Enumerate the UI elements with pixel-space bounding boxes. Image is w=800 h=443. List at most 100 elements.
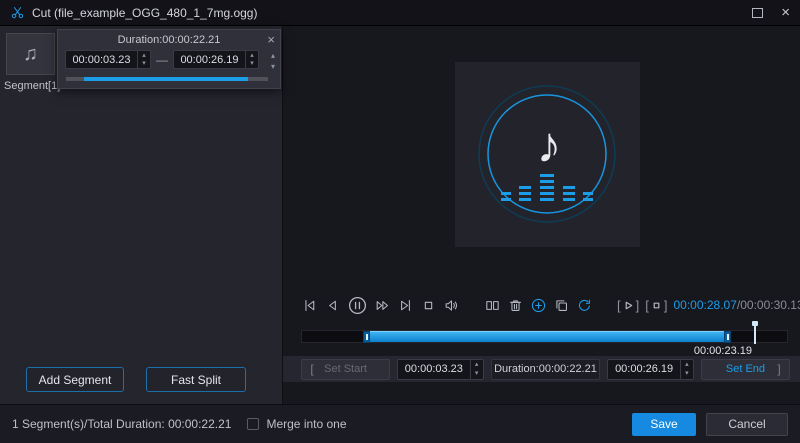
spin-up-icon: ▴ [250,52,254,59]
split-icon [484,297,501,314]
step-back-icon [324,297,341,314]
trim-end-value: 00:00:26.19 [608,363,680,375]
segment-time-row: 00:00:03.23 ▴ ▾ — 00:00:26.19 ▴ ▾ [65,50,280,69]
timeline-track[interactable] [301,330,788,343]
playback-controls: [ ] [ ] 00:00:28.07/00:00:30.13 [301,292,788,318]
chevron-down-icon: ▾ [271,62,275,71]
cut-dialog: Cut (file_example_OGG_480_1_7mg.ogg) × ♫… [0,0,800,443]
set-start-button[interactable]: [ Set Start [301,359,390,380]
trim-end-input[interactable]: 00:00:26.19 ▴ ▾ [607,359,694,380]
bracket-open-glyph: [ [645,298,649,313]
increment-button[interactable]: ▴ [471,360,483,370]
preview-play-button[interactable]: [ ] [617,298,639,313]
stepper: ▴ ▾ [470,360,483,379]
chevron-up-icon: ▴ [271,51,275,60]
reset-button[interactable] [576,297,593,314]
reset-icon [576,297,593,314]
album-art-graphic: ♪ [455,62,640,247]
cancel-button[interactable]: Cancel [706,413,788,436]
segments-panel: ♫ Segment[1] Duration:00:00:22.21 × ▴ ▾ … [0,26,283,404]
next-frame-button[interactable] [397,297,414,314]
duplicate-segment-button[interactable] [553,297,570,314]
segment-editor-popup: Duration:00:00:22.21 × ▴ ▾ 00:00:03.23 ▴… [57,29,281,89]
delete-segment-button[interactable] [507,297,524,314]
stepper: ▴ ▾ [680,360,693,379]
skip-to-start-button[interactable] [301,297,318,314]
time-display: 00:00:28.07/00:00:30.13 [674,298,800,312]
spin-down-icon: ▾ [250,60,254,67]
preview-play-icon [623,300,634,311]
close-button[interactable]: × [781,5,790,20]
spin-up-icon: ▴ [685,361,689,368]
pause-icon [347,295,368,316]
music-note-icon: ♫ [23,43,38,66]
timeline: 00:00:23.19 [301,326,788,358]
segment-start-value: 00:00:03.23 [66,54,137,66]
editor-collapse-controls: ▴ ▾ [270,51,276,72]
increment-button[interactable]: ▴ [138,51,150,60]
increment-button[interactable]: ▴ [681,360,693,370]
total-time: 00:00:30.13 [740,298,800,312]
duration-display: Duration:00:00:22.21 [491,359,601,380]
set-end-button[interactable]: Set End ] [701,359,790,380]
segment-start-input[interactable]: 00:00:03.23 ▴ ▾ [65,50,151,69]
segment-end-input[interactable]: 00:00:26.19 ▴ ▾ [173,50,259,69]
album-art: ♪ [455,62,640,247]
maximize-button[interactable] [752,8,763,18]
decrement-button[interactable]: ▾ [138,60,150,69]
volume-icon [443,297,460,314]
collapse-down-button[interactable]: ▾ [270,62,276,72]
bracket-open-glyph: [ [617,298,621,313]
duration-value: Duration:00:00:22.21 [494,363,597,375]
spin-down-icon: ▾ [142,60,146,67]
split-segment-button[interactable] [484,297,501,314]
total-duration-summary: 1 Segment(s)/Total Duration: 00:00:22.21 [12,417,231,431]
spin-down-icon: ▾ [475,370,479,377]
volume-button[interactable] [443,297,460,314]
next-frame-icon [397,297,414,314]
segment-range-slider[interactable] [66,77,268,81]
spin-up-icon: ▴ [475,361,479,368]
stop-button[interactable] [420,297,437,314]
trim-start-input[interactable]: 00:00:03.23 ▴ ▾ [397,359,484,380]
merge-checkbox[interactable] [247,418,259,430]
window-title: Cut (file_example_OGG_480_1_7mg.ogg) [32,6,257,20]
bracket-close-glyph: ] [664,298,668,313]
selection-end-handle[interactable] [724,331,731,343]
segment-thumbnail[interactable]: ♫ [6,33,55,75]
increment-button[interactable]: ▴ [246,51,258,60]
dash-separator: — [156,53,168,67]
segment-range-fill [84,77,248,81]
step-back-button[interactable] [324,297,341,314]
save-button[interactable]: Save [632,413,696,436]
current-time: 00:00:28.07 [674,298,737,312]
fast-forward-icon [374,297,391,314]
spin-down-icon: ▾ [685,370,689,377]
close-icon: × [781,4,790,21]
selection-start-handle[interactable] [363,331,370,343]
set-start-label: Set Start [315,363,376,375]
fast-split-button[interactable]: Fast Split [146,367,246,392]
set-end-label: Set End [715,363,776,375]
playhead[interactable] [754,321,756,344]
timeline-selection[interactable] [364,331,730,342]
preview-stop-button[interactable]: [ ] [645,298,667,313]
decrement-button[interactable]: ▾ [681,369,693,379]
scissors-icon [10,5,25,20]
titlebar: Cut (file_example_OGG_480_1_7mg.ogg) × [0,0,800,26]
window-controls: × [752,5,790,20]
trim-start-value: 00:00:03.23 [398,363,470,375]
decrement-button[interactable]: ▾ [246,60,258,69]
segment-duration-label: Duration:00:00:22.21 [58,34,280,46]
close-editor-button[interactable]: × [265,30,277,49]
add-segment-tool-button[interactable] [530,297,547,314]
collapse-up-button[interactable]: ▴ [270,51,276,61]
player-panel: ♪ [283,26,800,404]
add-segment-button[interactable]: Add Segment [26,367,124,392]
fast-forward-button[interactable] [374,297,391,314]
trim-controls: [ Set Start 00:00:03.23 ▴ ▾ Duration:00:… [283,356,800,382]
decrement-button[interactable]: ▾ [471,369,483,379]
trash-icon [507,297,524,314]
plus-circle-icon [530,297,547,314]
pause-button[interactable] [347,295,368,316]
